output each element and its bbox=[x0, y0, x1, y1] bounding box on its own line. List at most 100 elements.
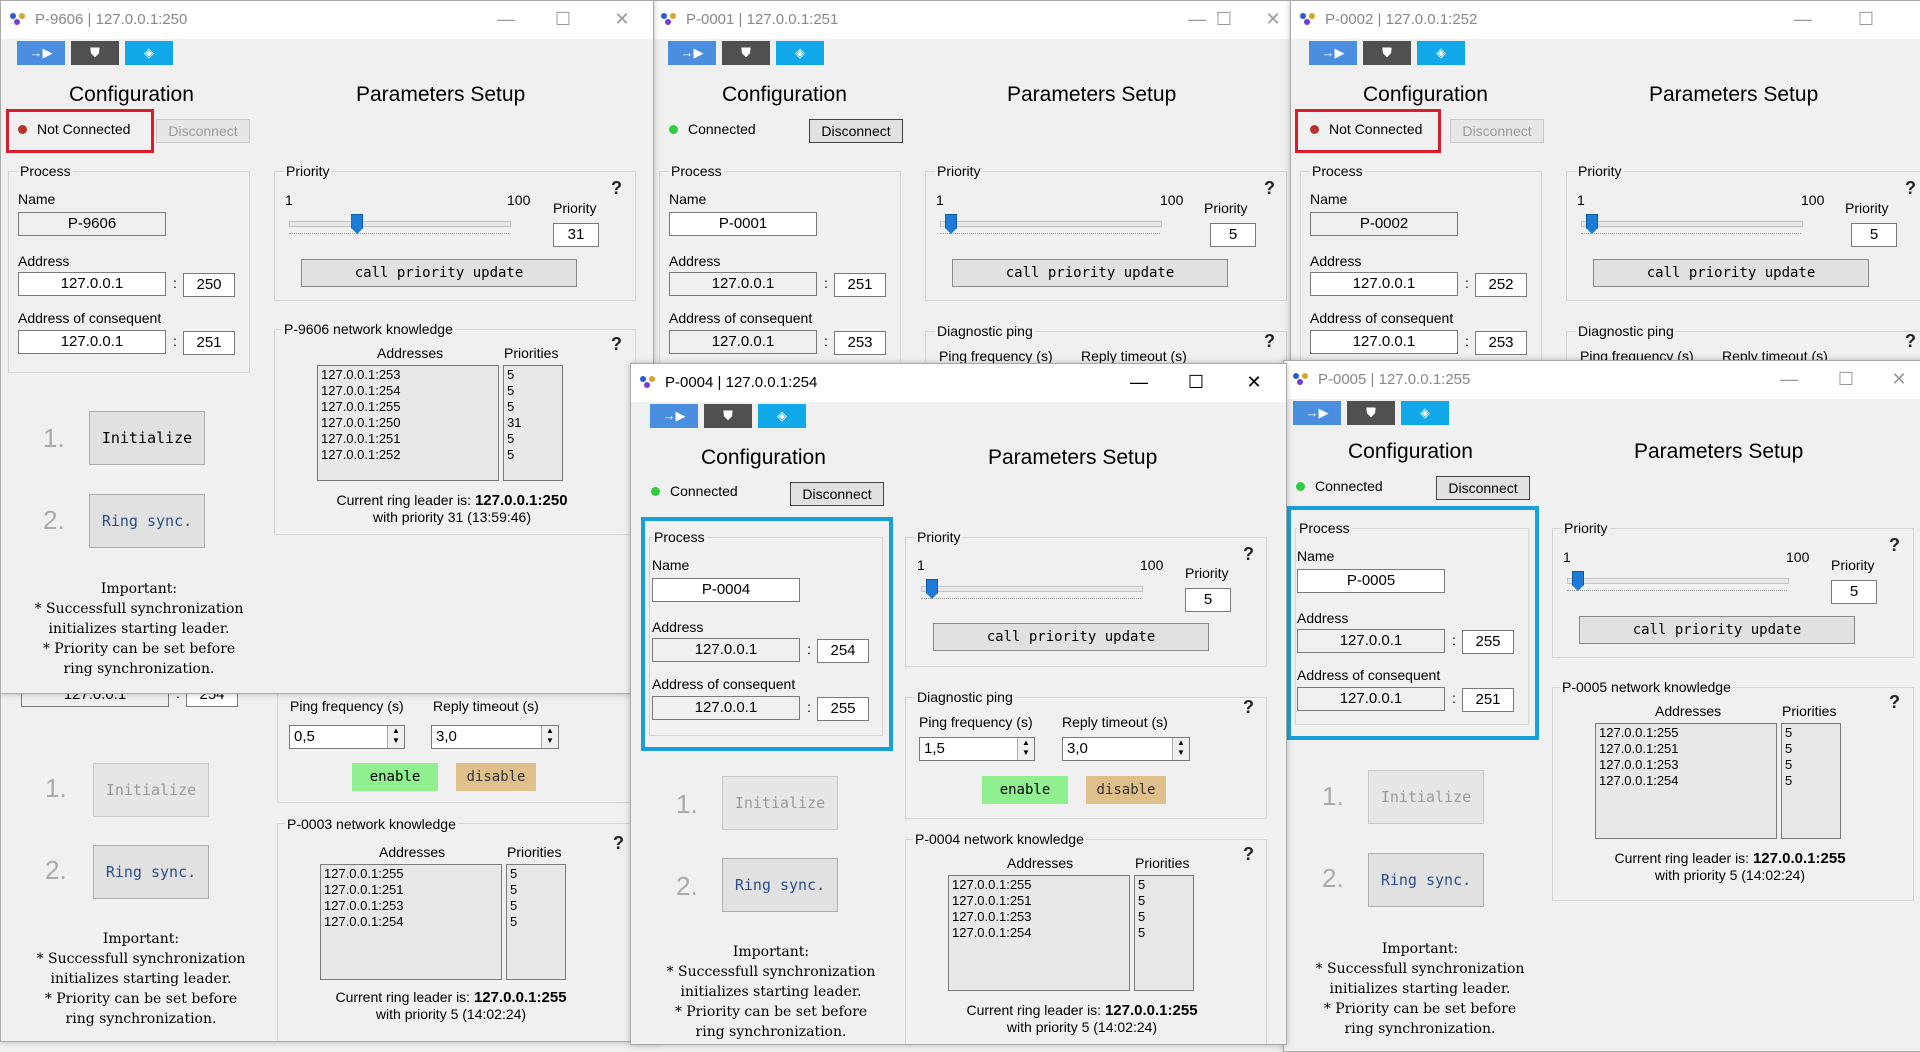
list-item[interactable]: 5 bbox=[510, 866, 562, 882]
list-item[interactable]: 5 bbox=[1138, 925, 1190, 941]
address-field[interactable]: 127.0.0.1 bbox=[652, 638, 800, 662]
priority-field[interactable]: 5 bbox=[1851, 223, 1897, 247]
list-item[interactable]: 5 bbox=[507, 383, 559, 399]
spin-arrows-icon[interactable]: ▲ ▼ bbox=[387, 726, 404, 748]
priority-slider-track[interactable] bbox=[1567, 578, 1789, 584]
list-item[interactable]: 5 bbox=[1785, 741, 1837, 757]
priority-field[interactable]: 5 bbox=[1185, 588, 1231, 612]
title-bar[interactable]: P-0005 | 127.0.0.1:255 — ☐ ✕ bbox=[1284, 361, 1920, 399]
help-icon[interactable]: ? bbox=[611, 178, 622, 199]
list-item[interactable]: 5 bbox=[1785, 757, 1837, 773]
priority-slider-track[interactable] bbox=[289, 221, 511, 227]
shield-tool-button[interactable]: ⛊ bbox=[71, 41, 119, 65]
list-item[interactable]: 5 bbox=[1785, 773, 1837, 789]
addresses-list[interactable]: 127.0.0.1:255 127.0.0.1:251 127.0.0.1:25… bbox=[948, 875, 1130, 991]
port-field[interactable]: 254 bbox=[817, 639, 869, 663]
help-icon[interactable]: ? bbox=[1264, 178, 1275, 199]
address-field[interactable]: 127.0.0.1 bbox=[669, 272, 817, 296]
spin-arrows-icon[interactable]: ▲ ▼ bbox=[1172, 738, 1189, 760]
disconnect-button[interactable]: Disconnect bbox=[809, 119, 903, 143]
spin-arrows-icon[interactable]: ▲ ▼ bbox=[1017, 738, 1034, 760]
port-field[interactable]: 250 bbox=[183, 273, 235, 297]
maximize-icon[interactable]: ☐ bbox=[548, 7, 578, 31]
address-field[interactable]: 127.0.0.1 bbox=[1310, 272, 1458, 296]
reply-timeout-input[interactable]: 3,0 ▲ ▼ bbox=[1062, 737, 1190, 761]
minimize-icon[interactable]: — bbox=[1774, 367, 1804, 391]
enable-button[interactable]: enable bbox=[982, 776, 1068, 804]
priority-field[interactable]: 5 bbox=[1210, 223, 1256, 247]
port-field[interactable]: 255 bbox=[1462, 630, 1514, 654]
list-item[interactable]: 127.0.0.1:253 bbox=[321, 367, 495, 383]
call-priority-update-button[interactable]: call priority update bbox=[952, 259, 1228, 287]
consequent-address-field[interactable]: 127.0.0.1 bbox=[18, 330, 166, 354]
port-field[interactable]: 251 bbox=[834, 273, 886, 297]
close-icon[interactable]: ✕ bbox=[1239, 370, 1269, 394]
list-item[interactable]: 5 bbox=[510, 914, 562, 930]
maximize-icon[interactable]: ☐ bbox=[1831, 367, 1861, 391]
initialize-button[interactable]: Initialize bbox=[1368, 770, 1484, 824]
minimize-icon[interactable]: — bbox=[1182, 7, 1212, 31]
list-item[interactable]: 127.0.0.1:253 bbox=[952, 909, 1126, 925]
list-item[interactable]: 5 bbox=[1138, 909, 1190, 925]
address-field[interactable]: 127.0.0.1 bbox=[18, 272, 166, 296]
consequent-address-field[interactable]: 127.0.0.1 bbox=[669, 330, 817, 354]
addresses-list[interactable]: 127.0.0.1:255 127.0.0.1:251 127.0.0.1:25… bbox=[1595, 723, 1777, 839]
title-bar[interactable]: P-0004 | 127.0.0.1:254 — ☐ ✕ bbox=[631, 364, 1286, 402]
minimize-icon[interactable]: — bbox=[1788, 7, 1818, 31]
list-item[interactable]: 127.0.0.1:255 bbox=[324, 866, 498, 882]
ring-sync-button[interactable]: Ring sync. bbox=[722, 858, 838, 912]
disconnect-button[interactable]: Disconnect bbox=[1450, 119, 1544, 143]
disconnect-button[interactable]: Disconnect bbox=[1436, 476, 1530, 500]
reply-timeout-input[interactable]: 3,0 ▲ ▼ bbox=[431, 725, 559, 749]
list-item[interactable]: 5 bbox=[507, 447, 559, 463]
list-item[interactable]: 31 bbox=[507, 415, 559, 431]
network-tool-button[interactable]: ◈ bbox=[776, 41, 824, 65]
list-item[interactable]: 127.0.0.1:254 bbox=[1599, 773, 1773, 789]
initialize-button[interactable]: Initialize bbox=[722, 776, 838, 830]
title-bar[interactable]: P-0001 | 127.0.0.1:251 — ☐ ✕ bbox=[652, 1, 1292, 39]
consequent-port-field[interactable]: 251 bbox=[1462, 688, 1514, 712]
address-field[interactable]: 127.0.0.1 bbox=[1297, 629, 1445, 653]
list-item[interactable]: 127.0.0.1:254 bbox=[321, 383, 495, 399]
consequent-address-field[interactable]: 127.0.0.1 bbox=[1297, 687, 1445, 711]
call-priority-update-button[interactable]: call priority update bbox=[301, 259, 577, 287]
shield-tool-button[interactable]: ⛊ bbox=[704, 404, 752, 428]
priority-field[interactable]: 31 bbox=[553, 223, 599, 247]
disconnect-button[interactable]: Disconnect bbox=[790, 482, 884, 506]
priorities-list[interactable]: 5 5 5 31 5 5 bbox=[503, 365, 563, 481]
arrow-tool-button[interactable]: →▶ bbox=[1293, 401, 1341, 425]
consequent-port-field[interactable]: 253 bbox=[1475, 331, 1527, 355]
list-item[interactable]: 127.0.0.1:253 bbox=[324, 898, 498, 914]
port-field[interactable]: 252 bbox=[1475, 273, 1527, 297]
list-item[interactable]: 127.0.0.1:250 bbox=[321, 415, 495, 431]
list-item[interactable]: 5 bbox=[507, 431, 559, 447]
priority-slider-track[interactable] bbox=[921, 586, 1143, 592]
maximize-icon[interactable]: ☐ bbox=[1181, 370, 1211, 394]
help-icon[interactable]: ? bbox=[1243, 697, 1254, 718]
network-tool-button[interactable]: ◈ bbox=[125, 41, 173, 65]
title-bar[interactable]: P-0002 | 127.0.0.1:252 — ☐ bbox=[1291, 1, 1920, 39]
help-icon[interactable]: ? bbox=[1243, 544, 1254, 565]
arrow-tool-button[interactable]: →▶ bbox=[650, 404, 698, 428]
help-icon[interactable]: ? bbox=[1905, 331, 1916, 352]
list-item[interactable]: 127.0.0.1:251 bbox=[324, 882, 498, 898]
list-item[interactable]: 5 bbox=[510, 898, 562, 914]
close-icon[interactable]: ✕ bbox=[607, 7, 637, 31]
consequent-port-field[interactable]: 251 bbox=[183, 331, 235, 355]
priority-slider-track[interactable] bbox=[1581, 221, 1803, 227]
arrow-tool-button[interactable]: →▶ bbox=[1309, 41, 1357, 65]
help-icon[interactable]: ? bbox=[1905, 178, 1916, 199]
close-icon[interactable]: ✕ bbox=[1884, 367, 1914, 391]
close-icon[interactable]: ✕ bbox=[1258, 7, 1288, 31]
shield-tool-button[interactable]: ⛊ bbox=[722, 41, 770, 65]
name-field[interactable]: P-0005 bbox=[1297, 569, 1445, 593]
network-tool-button[interactable]: ◈ bbox=[1401, 401, 1449, 425]
priority-slider-track[interactable] bbox=[940, 221, 1162, 227]
list-item[interactable]: 5 bbox=[1138, 877, 1190, 893]
call-priority-update-button[interactable]: call priority update bbox=[933, 623, 1209, 651]
list-item[interactable]: 127.0.0.1:251 bbox=[321, 431, 495, 447]
call-priority-update-button[interactable]: call priority update bbox=[1579, 616, 1855, 644]
ring-sync-button[interactable]: Ring sync. bbox=[89, 494, 205, 548]
name-field[interactable]: P-9606 bbox=[18, 212, 166, 236]
call-priority-update-button[interactable]: call priority update bbox=[1593, 259, 1869, 287]
